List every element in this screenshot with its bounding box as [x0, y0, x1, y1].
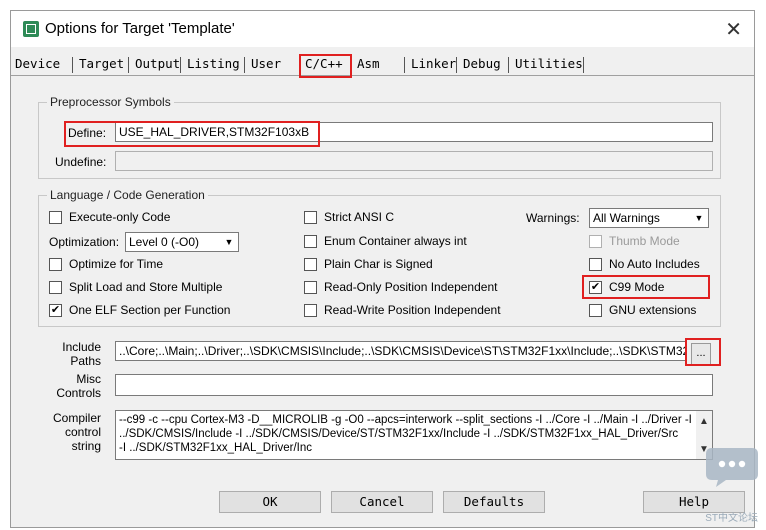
rwpi-checkbox[interactable]	[304, 304, 317, 317]
tab-output[interactable]: Output	[131, 53, 184, 75]
tab-linker[interactable]: Linker	[407, 53, 460, 75]
tab-separator	[456, 57, 457, 73]
no-auto-includes-checkbox[interactable]	[589, 258, 602, 271]
thumb-mode-label: Thumb Mode	[609, 234, 680, 248]
include-paths-label-line2: Paths	[70, 354, 101, 368]
tab-separator	[128, 57, 129, 73]
chevron-down-icon: ▼	[224, 237, 234, 247]
tab-underline	[11, 75, 754, 76]
optimization-select[interactable]: Level 0 (-O0) ▼	[125, 232, 239, 252]
plain-char-label: Plain Char is Signed	[324, 257, 433, 271]
ropi-label: Read-Only Position Independent	[324, 280, 498, 294]
enum-container-checkbox[interactable]	[304, 235, 317, 248]
undefine-label: Undefine:	[55, 155, 107, 169]
chat-bubble-icon	[706, 448, 758, 487]
tab-user[interactable]: User	[247, 53, 285, 75]
misc-controls-label-line2: Controls	[56, 386, 101, 400]
tab-target[interactable]: Target	[75, 53, 128, 75]
compiler-line-3: -I ../SDK/STM32F1xx_HAL_Driver/Inc	[119, 442, 312, 454]
compiler-control-label-line1: Compiler	[52, 411, 101, 425]
rwpi-label: Read-Write Position Independent	[324, 303, 501, 317]
tab-device[interactable]: Device	[11, 53, 64, 75]
misc-controls-input[interactable]	[115, 374, 713, 396]
split-load-checkbox[interactable]	[49, 281, 62, 294]
watermark-text: ST中文论坛	[705, 513, 758, 524]
cancel-button[interactable]: Cancel	[331, 491, 433, 513]
split-load-label: Split Load and Store Multiple	[69, 280, 223, 294]
enum-container-label: Enum Container always int	[324, 234, 467, 248]
define-input[interactable]: USE_HAL_DRIVER,STM32F103xB	[115, 122, 713, 142]
include-browse-button[interactable]: ...	[691, 343, 711, 365]
one-elf-label: One ELF Section per Function	[69, 303, 231, 317]
tab-asm[interactable]: Asm	[353, 53, 384, 75]
compiler-control-label-line3: string	[71, 439, 101, 453]
include-paths-input[interactable]: ..\Core;..\Main;..\Driver;..\SDK\CMSIS\I…	[115, 341, 687, 361]
warnings-label: Warnings:	[526, 211, 580, 225]
tab-separator	[244, 57, 245, 73]
tab-separator	[404, 57, 405, 73]
ropi-checkbox[interactable]	[304, 281, 317, 294]
c99-mode-checkbox[interactable]: ✔	[589, 281, 602, 294]
app-icon	[23, 21, 39, 37]
compiler-line-2: ../SDK/CMSIS/Include -I ../SDK/CMSIS/Dev…	[119, 428, 679, 440]
tab-listing[interactable]: Listing	[183, 53, 244, 75]
misc-controls-label: Misc Controls	[51, 372, 101, 400]
c99-mode-label: C99 Mode	[609, 280, 665, 294]
tab-separator	[583, 57, 584, 73]
tab-utilities[interactable]: Utilities	[511, 53, 587, 75]
window-title: Options for Target 'Template'	[45, 20, 235, 37]
include-paths-label: Include Paths	[51, 340, 101, 368]
close-icon[interactable]: ✕	[725, 17, 742, 41]
tab-debug[interactable]: Debug	[459, 53, 505, 75]
tab-c-cpp[interactable]: C/C++	[301, 53, 347, 75]
gnu-ext-label: GNU extensions	[609, 303, 697, 317]
gnu-ext-checkbox[interactable]	[589, 304, 602, 317]
compiler-control-string: --c99 -c --cpu Cortex-M3 -D__MICROLIB -g…	[115, 410, 713, 460]
strict-ansi-checkbox[interactable]	[304, 211, 317, 224]
define-label: Define:	[68, 126, 107, 140]
title-bar: Options for Target 'Template' ✕	[11, 11, 754, 47]
ok-button[interactable]: OK	[219, 491, 321, 513]
tab-separator	[72, 57, 73, 73]
optimize-time-label: Optimize for Time	[69, 257, 164, 271]
tab-separator	[180, 57, 181, 73]
optimization-value: Level 0 (-O0)	[129, 235, 200, 249]
execute-only-label: Execute-only Code	[69, 210, 171, 224]
compiler-control-label: Compiler control string	[41, 411, 101, 453]
one-elf-checkbox[interactable]: ✔	[49, 304, 62, 317]
plain-char-checkbox[interactable]	[304, 258, 317, 271]
tab-separator	[508, 57, 509, 73]
execute-only-checkbox[interactable]	[49, 211, 62, 224]
misc-controls-label-line1: Misc	[76, 372, 101, 386]
scroll-up-icon[interactable]: ▲	[699, 415, 709, 429]
optimization-label: Optimization:	[49, 235, 120, 249]
compiler-line-1: --c99 -c --cpu Cortex-M3 -D__MICROLIB -g…	[119, 414, 692, 426]
defaults-button[interactable]: Defaults	[443, 491, 545, 513]
undefine-input[interactable]	[115, 151, 713, 171]
warnings-select[interactable]: All Warnings ▼	[589, 208, 709, 228]
thumb-mode-checkbox[interactable]	[589, 235, 602, 248]
chevron-down-icon: ▼	[694, 213, 704, 223]
include-paths-label-line1: Include	[62, 340, 101, 354]
compiler-control-label-line2: control	[64, 425, 101, 439]
tab-bar: Device Target Output Listing User C/C++ …	[11, 53, 754, 77]
strict-ansi-label: Strict ANSI C	[324, 210, 395, 224]
language-legend: Language / Code Generation	[47, 188, 208, 202]
options-dialog: Options for Target 'Template' ✕ Device T…	[10, 10, 755, 528]
preprocessor-legend: Preprocessor Symbols	[47, 95, 174, 109]
warnings-value: All Warnings	[593, 211, 660, 225]
no-auto-includes-label: No Auto Includes	[609, 257, 700, 271]
optimize-time-checkbox[interactable]	[49, 258, 62, 271]
